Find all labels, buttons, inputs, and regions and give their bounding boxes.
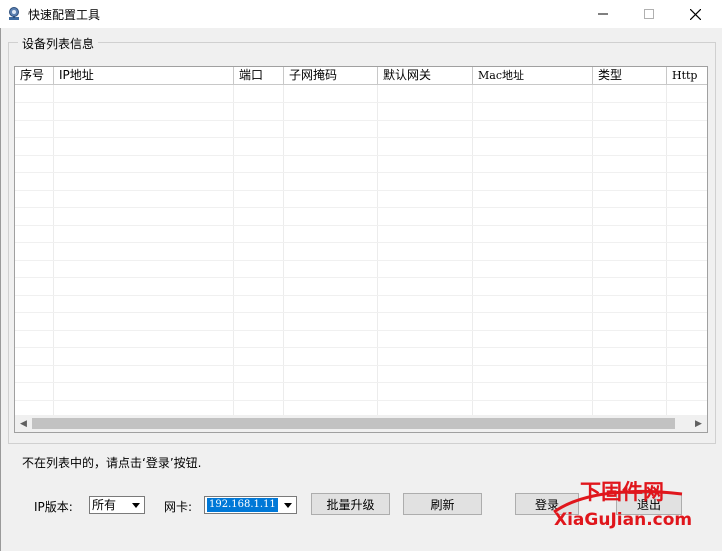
close-button[interactable] [672, 0, 718, 28]
close-icon [689, 8, 701, 20]
row-divider [15, 400, 707, 401]
batch-upgrade-button[interactable]: 批量升级 [311, 493, 390, 515]
list-body[interactable] [15, 85, 707, 415]
minimize-icon [598, 13, 608, 15]
row-divider [15, 190, 707, 191]
column-header-port[interactable]: 端口 [234, 67, 284, 84]
list-header: 序号 IP地址 端口 子网掩码 默认网关 Mac地址 类型 Http [15, 67, 707, 85]
device-list[interactable]: 序号 IP地址 端口 子网掩码 默认网关 Mac地址 类型 Http ◀ ▶ [14, 66, 708, 433]
scroll-right-icon[interactable]: ▶ [690, 415, 707, 432]
nic-select[interactable]: 192.168.1.11 [204, 496, 297, 514]
row-divider [15, 225, 707, 226]
window-title: 快速配置工具 [28, 8, 101, 22]
row-divider [15, 382, 707, 383]
login-hint-text: 不在列表中的，请点击‘登录’按钮. [22, 456, 202, 470]
row-divider [15, 365, 707, 366]
scroll-left-icon[interactable]: ◀ [15, 415, 32, 432]
row-divider [15, 295, 707, 296]
column-header-type[interactable]: 类型 [593, 67, 667, 84]
group-label: 设备列表信息 [18, 35, 99, 52]
column-header-gateway[interactable]: 默认网关 [378, 67, 473, 84]
window-frame [0, 28, 1, 551]
ip-version-label: IP版本: [34, 500, 73, 514]
row-divider [15, 155, 707, 156]
scrollbar-thumb[interactable] [32, 418, 675, 429]
minimize-button[interactable] [580, 0, 626, 28]
row-divider [15, 172, 707, 173]
nic-label: 网卡: [164, 500, 193, 514]
maximize-icon [644, 9, 654, 19]
row-divider [15, 260, 707, 261]
dropdown-arrow-icon[interactable] [280, 498, 295, 512]
row-divider [15, 330, 707, 331]
row-divider [15, 207, 707, 208]
row-divider [15, 120, 707, 121]
title-bar[interactable]: 快速配置工具 [0, 0, 722, 28]
ip-version-value: 所有 [92, 498, 117, 512]
row-divider [15, 347, 707, 348]
column-header-mac[interactable]: Mac地址 [473, 67, 593, 84]
row-divider [15, 277, 707, 278]
nic-value: 192.168.1.11 [207, 498, 278, 512]
column-header-subnet[interactable]: 子网掩码 [284, 67, 378, 84]
watermark-en-text: XiaGuJian.com [554, 510, 693, 530]
row-divider [15, 102, 707, 103]
refresh-button[interactable]: 刷新 [403, 493, 482, 515]
row-divider [15, 312, 707, 313]
ip-version-select[interactable]: 所有 [89, 496, 145, 514]
row-divider [15, 137, 707, 138]
watermark-logo: 下固件网 XiaGuJian.com [552, 476, 722, 551]
watermark-cn-text: 下固件网 [580, 480, 664, 504]
row-divider [15, 242, 707, 243]
app-tool-icon [9, 7, 19, 20]
maximize-button[interactable] [626, 0, 672, 28]
column-header-index[interactable]: 序号 [15, 67, 54, 84]
column-header-http[interactable]: Http [667, 67, 707, 84]
horizontal-scrollbar[interactable]: ◀ ▶ [15, 415, 707, 432]
dropdown-arrow-icon[interactable] [128, 498, 143, 512]
column-header-ip[interactable]: IP地址 [54, 67, 234, 84]
